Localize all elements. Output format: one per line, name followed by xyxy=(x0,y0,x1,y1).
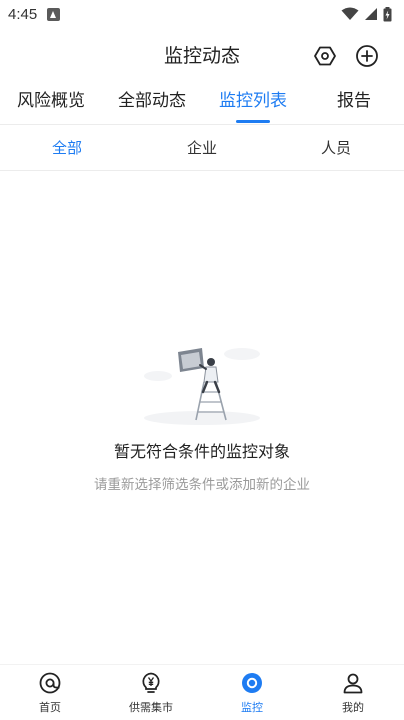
battery-icon xyxy=(383,6,392,21)
status-icons xyxy=(341,6,392,22)
nav-monitor-label: 监控 xyxy=(241,701,263,714)
empty-state-illustration xyxy=(144,348,260,425)
screen: 4:45 监控动态 风险概览 全部动态 监控列表 报告 全部 企业 人员 暂无符… xyxy=(0,0,404,720)
active-tab-indicator xyxy=(236,120,270,123)
status-time: 4:45 xyxy=(8,5,38,23)
tab-all-updates[interactable]: 全部动态 xyxy=(118,86,186,122)
nav-home-label: 首页 xyxy=(39,701,61,714)
tab-risk-overview[interactable]: 风险概览 xyxy=(17,86,85,122)
subtab-person[interactable]: 人员 xyxy=(299,125,373,171)
nav-market-label: 供需集市 xyxy=(129,701,173,714)
user-icon xyxy=(343,673,363,694)
nav-market[interactable]: 供需集市 xyxy=(111,671,191,719)
hexagon-settings-icon xyxy=(314,46,336,66)
empty-state-subtitle: 请重新选择筛选条件或添加新的企业 xyxy=(94,477,310,493)
add-monitor-button[interactable] xyxy=(354,43,380,69)
yen-bulb-icon xyxy=(142,672,160,693)
page-title: 监控动态 xyxy=(163,45,240,67)
divider xyxy=(0,170,404,171)
header: 监控动态 xyxy=(0,34,404,78)
nav-mine-label: 我的 xyxy=(342,701,364,714)
signal-icon xyxy=(365,8,377,20)
plus-circle-icon xyxy=(356,45,378,67)
wifi-icon xyxy=(341,7,359,20)
nav-home[interactable]: 首页 xyxy=(10,671,90,719)
subtab-company[interactable]: 企业 xyxy=(165,125,239,171)
tab-report[interactable]: 报告 xyxy=(337,86,371,122)
main-tabs: 风险概览 全部动态 监控列表 报告 xyxy=(0,86,404,122)
bottom-nav: 首页 供需集市 监控 我的 xyxy=(0,664,404,720)
notification-a-icon xyxy=(47,7,61,21)
nav-monitor[interactable]: 监控 xyxy=(212,671,292,719)
tab-monitor-list[interactable]: 监控列表 xyxy=(219,86,287,122)
sub-tabs: 全部 企业 人员 xyxy=(0,125,404,171)
nav-mine[interactable]: 我的 xyxy=(313,671,393,719)
monitor-eye-icon xyxy=(242,673,262,693)
settings-button[interactable] xyxy=(312,43,338,69)
subtab-all[interactable]: 全部 xyxy=(30,125,104,171)
home-at-icon xyxy=(39,672,61,694)
status-bar: 4:45 xyxy=(0,0,404,28)
empty-state-title: 暂无符合条件的监控对象 xyxy=(113,442,290,461)
